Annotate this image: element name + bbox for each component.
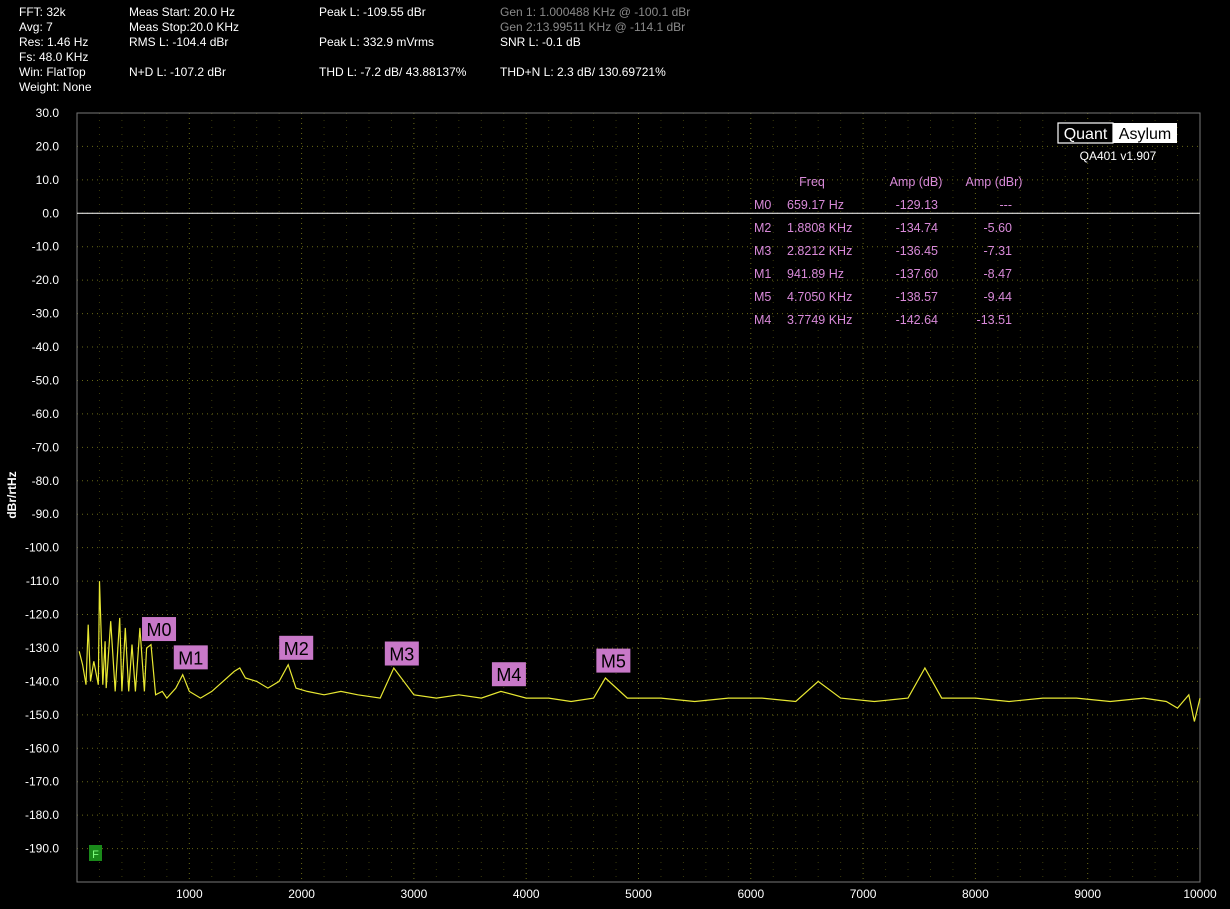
marker-label: M2 xyxy=(284,639,309,659)
marker-table-header-amp-dbr: Amp (dBr) xyxy=(966,175,1023,189)
marker-table-cell: M4 xyxy=(754,313,771,327)
spectrum-chart[interactable]: 30.0 20.0 10.0 0.0 -10.0 -20.0 -30.0 -40.0 -50.0… xyxy=(0,0,1230,909)
marker-m3[interactable]: M3 xyxy=(384,641,419,666)
marker-table-cell: 1.8808 KHz xyxy=(787,221,852,235)
marker-table: Freq Amp (dB) Amp (dBr) M0 659.17 Hz -129.… xyxy=(754,175,1022,327)
marker-table-row: M1 941.89 Hz -137.60 -8.47 xyxy=(754,267,1012,281)
marker-label: M1 xyxy=(178,648,203,668)
marker-m5[interactable]: M5 xyxy=(596,648,631,673)
marker-m1[interactable]: M1 xyxy=(173,645,208,670)
y-tick-label: -170.0 xyxy=(25,775,59,789)
y-tick-label: 30.0 xyxy=(36,106,60,120)
y-tick-label: -120.0 xyxy=(25,608,59,622)
y-tick-label: -190.0 xyxy=(25,842,59,856)
marker-table-cell: 941.89 Hz xyxy=(787,267,844,281)
marker-table-row: M2 1.8808 KHz -134.74 -5.60 xyxy=(754,221,1012,235)
marker-label: M5 xyxy=(601,652,626,672)
marker-label: M3 xyxy=(389,645,414,665)
spectrum-trace-line xyxy=(78,581,1201,722)
x-tick-label: 4000 xyxy=(513,887,540,901)
logo-quant-text: Quant xyxy=(1064,126,1108,143)
marker-table-row: M4 3.7749 KHz -142.64 -13.51 xyxy=(754,313,1012,327)
logo-asylum-text: Asylum xyxy=(1119,126,1171,143)
x-tick-label: 7000 xyxy=(850,887,877,901)
y-tick-label: -90.0 xyxy=(32,507,60,521)
y-tick-label: -50.0 xyxy=(32,373,60,387)
x-tick-label: 5000 xyxy=(625,887,652,901)
marker-table-header-freq: Freq xyxy=(799,175,825,189)
y-tick-label: -150.0 xyxy=(25,708,59,722)
y-tick-label: -100.0 xyxy=(25,541,59,555)
marker-table-cell: M5 xyxy=(754,290,771,304)
marker-table-cell: -137.60 xyxy=(896,267,938,281)
marker-m0[interactable]: M0 xyxy=(142,617,177,642)
x-tick-label: 8000 xyxy=(962,887,989,901)
y-tick-label: 10.0 xyxy=(36,173,60,187)
y-tick-label: -40.0 xyxy=(32,340,60,354)
marker-table-cell: -134.74 xyxy=(896,221,938,235)
quantasylum-logo: Quant Asylum xyxy=(1057,122,1177,144)
marker-table-cell: 3.7749 KHz xyxy=(787,313,852,327)
marker-table-row: M5 4.7050 KHz -138.57 -9.44 xyxy=(754,290,1012,304)
y-tick-label: -80.0 xyxy=(32,474,60,488)
y-tick-label: -30.0 xyxy=(32,307,60,321)
y-tick-label: -10.0 xyxy=(32,240,60,254)
marker-table-cell: 4.7050 KHz xyxy=(787,290,852,304)
marker-table-cell: -142.64 xyxy=(896,313,938,327)
marker-table-cell: -9.44 xyxy=(984,290,1013,304)
y-tick-label: -20.0 xyxy=(32,273,60,287)
chart-grid xyxy=(77,112,1201,882)
marker-table-cell: -136.45 xyxy=(896,244,938,258)
y-tick-label: -130.0 xyxy=(25,641,59,655)
y-tick-label: -140.0 xyxy=(25,674,59,688)
x-tick-label: 10000 xyxy=(1183,887,1217,901)
marker-m2[interactable]: M2 xyxy=(279,635,314,660)
marker-table-row: M0 659.17 Hz -129.13 --- xyxy=(754,198,1012,212)
x-tick-label: 1000 xyxy=(176,887,203,901)
marker-table-cell: M1 xyxy=(754,267,771,281)
marker-table-cell: -8.47 xyxy=(984,267,1013,281)
y-tick-label: -110.0 xyxy=(26,574,59,588)
y-tick-label: -60.0 xyxy=(32,407,60,421)
y-tick-label: 0.0 xyxy=(42,206,59,220)
marker-label: M4 xyxy=(496,665,521,685)
x-tick-label: 9000 xyxy=(1074,887,1101,901)
marker-table-cell: M0 xyxy=(754,198,771,212)
y-tick-label: 20.0 xyxy=(36,139,60,153)
marker-table-cell: M2 xyxy=(754,221,771,235)
y-tick-label: -160.0 xyxy=(25,741,59,755)
y-tick-label: -180.0 xyxy=(25,808,59,822)
x-tick-label: 2000 xyxy=(288,887,315,901)
f-badge-label: F xyxy=(92,849,99,861)
marker-table-cell: M3 xyxy=(754,244,771,258)
marker-table-row: M3 2.8212 KHz -136.45 -7.31 xyxy=(754,244,1012,258)
f-badge[interactable]: F xyxy=(89,845,102,861)
marker-table-header-amp-db: Amp (dB) xyxy=(890,175,943,189)
marker-table-cell: -7.31 xyxy=(984,244,1013,258)
marker-table-cell: 2.8212 KHz xyxy=(787,244,852,258)
marker-table-cell: -129.13 xyxy=(896,198,938,212)
marker-label: M0 xyxy=(147,620,172,640)
x-tick-label: 3000 xyxy=(401,887,428,901)
marker-table-cell: 659.17 Hz xyxy=(787,198,844,212)
y-tick-label: -70.0 xyxy=(32,440,60,454)
marker-table-cell: -13.51 xyxy=(977,313,1012,327)
marker-m4[interactable]: M4 xyxy=(491,662,526,687)
marker-table-cell: --- xyxy=(1000,198,1013,212)
marker-table-cell: -5.60 xyxy=(984,221,1013,235)
x-tick-label: 6000 xyxy=(737,887,764,901)
y-axis-label: dBr/rtHz xyxy=(5,471,19,518)
version-label: QA401 v1.907 xyxy=(1080,149,1157,163)
marker-table-cell: -138.57 xyxy=(896,290,938,304)
